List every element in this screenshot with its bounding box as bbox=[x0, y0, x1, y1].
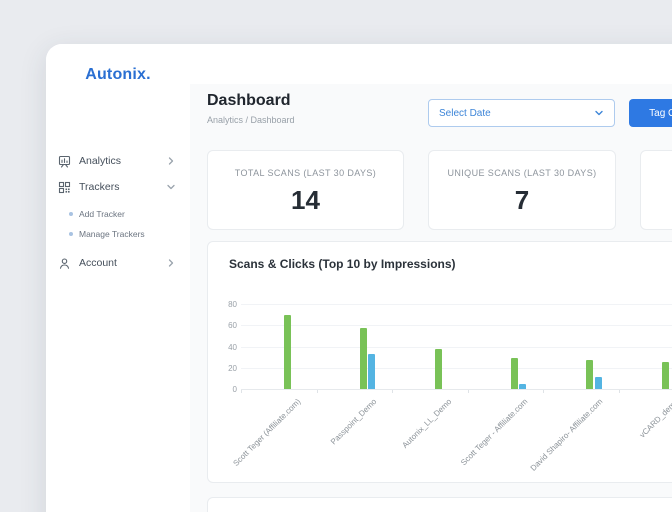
analytics-icon bbox=[58, 155, 71, 168]
stat-card: TOTAL SCANS (LAST 30 DAYS) 14 bbox=[207, 150, 404, 230]
chart-gridline bbox=[241, 389, 672, 390]
chevron-right-icon bbox=[166, 258, 176, 268]
chart-gridline bbox=[241, 347, 672, 348]
y-axis-tick-label: 80 bbox=[215, 300, 237, 309]
next-section-card bbox=[207, 497, 672, 512]
bullet-dot-icon bbox=[69, 232, 73, 236]
sidebar-subitem-add-tracker[interactable]: Add Tracker bbox=[46, 204, 190, 224]
sidebar-item-account[interactable]: Account bbox=[46, 250, 190, 276]
sidebar-item-label: Account bbox=[79, 257, 166, 269]
stat-card-value: 7 bbox=[429, 185, 615, 216]
chevron-down-icon bbox=[594, 108, 604, 118]
x-axis-tick-mark bbox=[392, 390, 393, 393]
bullet-dot-icon bbox=[69, 212, 73, 216]
x-axis-category-label: Scott Teger (Affiliate.com) bbox=[207, 397, 302, 483]
chart-title: Scans & Clicks (Top 10 by Impressions) bbox=[229, 257, 456, 271]
sidebar-item-trackers[interactable]: Trackers bbox=[46, 174, 190, 200]
stat-card-value: 14 bbox=[208, 185, 403, 216]
scans-bar bbox=[586, 360, 593, 389]
x-axis-tick-mark bbox=[317, 390, 318, 393]
scans-bar bbox=[360, 328, 367, 389]
sidebar: Autonix. Analytics Trackers Add Tracker Man… bbox=[46, 44, 191, 512]
stat-card bbox=[640, 150, 672, 230]
scans-bar bbox=[284, 315, 291, 389]
sidebar-item-label: Trackers bbox=[79, 181, 166, 193]
x-axis-tick-mark bbox=[468, 390, 469, 393]
chart-gridline bbox=[241, 368, 672, 369]
x-axis-tick-mark bbox=[543, 390, 544, 393]
y-axis-tick-label: 0 bbox=[215, 385, 237, 394]
scans-bar bbox=[511, 358, 518, 389]
chart-card: Scans & Clicks (Top 10 by Impressions) 0… bbox=[207, 241, 672, 483]
sidebar-subitem-label: Manage Trackers bbox=[79, 229, 145, 239]
stat-card: UNIQUE SCANS (LAST 30 DAYS) 7 bbox=[428, 150, 616, 230]
y-axis-tick-label: 40 bbox=[215, 343, 237, 352]
scans-bar bbox=[662, 362, 669, 389]
topbar bbox=[190, 44, 672, 85]
clicks-bar bbox=[595, 377, 602, 389]
sidebar-item-analytics[interactable]: Analytics bbox=[46, 148, 190, 174]
sidebar-nav: Analytics Trackers Add Tracker Manage Track… bbox=[46, 148, 190, 276]
breadcrumb: Analytics / Dashboard bbox=[207, 115, 295, 125]
scans-bar bbox=[435, 349, 442, 389]
clicks-bar bbox=[368, 354, 375, 389]
sidebar-item-label: Analytics bbox=[79, 155, 166, 167]
stat-card-label: TOTAL SCANS (LAST 30 DAYS) bbox=[208, 168, 403, 178]
tag-groups-button[interactable]: Tag Groups bbox=[629, 99, 672, 127]
chevron-right-icon bbox=[166, 156, 176, 166]
x-axis-tick-mark bbox=[619, 390, 620, 393]
sidebar-submenu: Add Tracker Manage Trackers bbox=[46, 204, 190, 244]
chart-gridline bbox=[241, 304, 672, 305]
y-axis-tick-label: 20 bbox=[215, 364, 237, 373]
select-date-label: Select Date bbox=[439, 108, 594, 119]
qr-code-icon bbox=[58, 181, 71, 194]
main-content: Dashboard Analytics / Dashboard Select D… bbox=[190, 84, 672, 512]
page-title: Dashboard bbox=[207, 92, 291, 110]
y-axis-tick-label: 60 bbox=[215, 321, 237, 330]
screen: Autonix. Analytics Trackers Add Tracker Man… bbox=[0, 0, 672, 512]
sidebar-subitem-label: Add Tracker bbox=[79, 209, 125, 219]
stat-card-label: UNIQUE SCANS (LAST 30 DAYS) bbox=[429, 168, 615, 178]
app-logo: Autonix. bbox=[46, 66, 190, 84]
x-axis-tick-mark bbox=[241, 390, 242, 393]
app-window: Autonix. Analytics Trackers Add Tracker Man… bbox=[46, 44, 672, 512]
clicks-bar bbox=[519, 384, 526, 389]
sidebar-subitem-manage-trackers[interactable]: Manage Trackers bbox=[46, 224, 190, 244]
chart-gridline bbox=[241, 325, 672, 326]
chevron-down-icon bbox=[166, 182, 176, 192]
user-icon bbox=[58, 257, 71, 270]
select-date-dropdown[interactable]: Select Date bbox=[428, 99, 615, 127]
